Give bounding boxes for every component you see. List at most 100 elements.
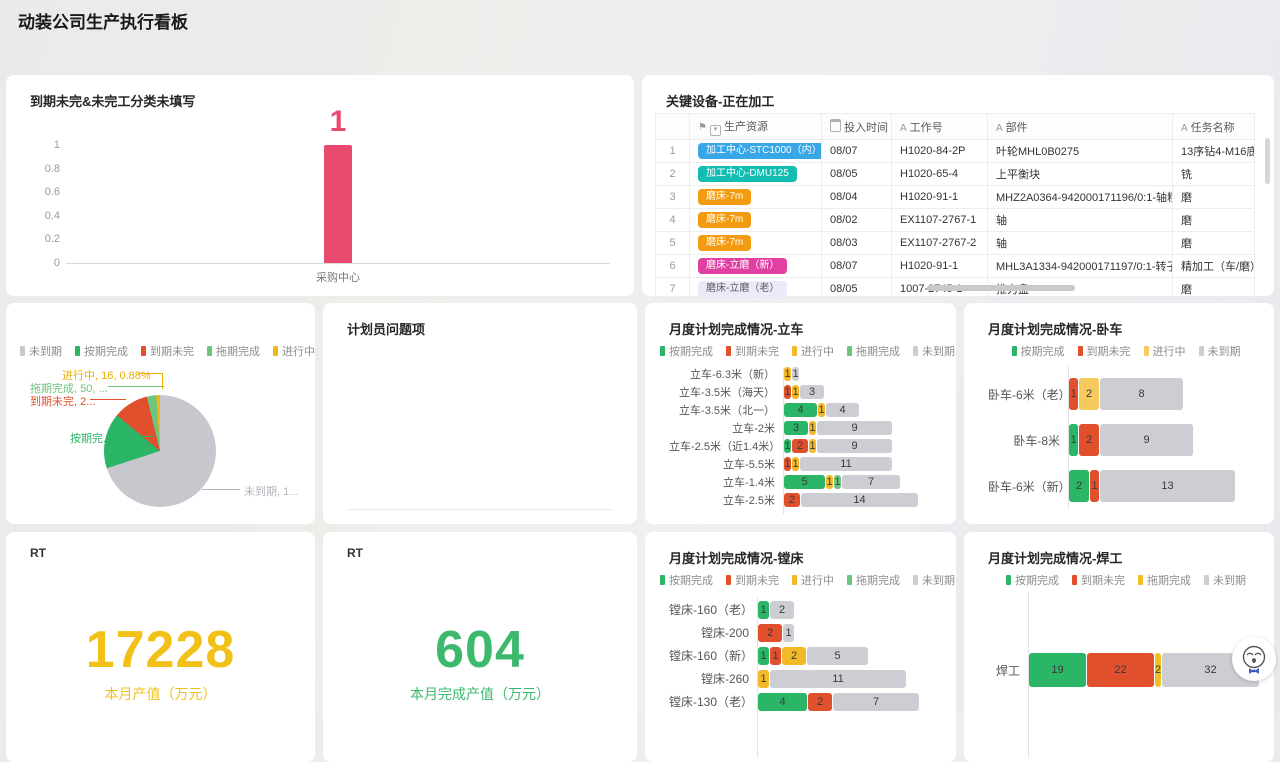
mascot-face-icon xyxy=(1237,642,1271,676)
flag-icon: ⚑ xyxy=(698,122,707,133)
task-cell: 磨 xyxy=(1173,278,1255,301)
work-no-cell: H1020-65-4 xyxy=(892,163,988,186)
resource-tag: 磨床-立磨（新） xyxy=(698,258,787,274)
date-cell: 08/05 xyxy=(822,278,892,301)
stat-value: 604 xyxy=(323,620,637,680)
bar-segment: 1 xyxy=(784,439,791,453)
legend-marker-icon xyxy=(913,575,918,585)
legend-item[interactable]: 按期完成 xyxy=(660,343,713,359)
legend-item[interactable]: 到期未完 xyxy=(1078,343,1131,359)
bar-segment: 2 xyxy=(782,647,806,665)
legend-item[interactable]: 未到期 xyxy=(1204,572,1246,588)
legend-label: 未到期 xyxy=(1213,575,1246,587)
column-header-label: 生产资源 xyxy=(724,121,768,133)
panel-rt-month-output: RT 17228 本月产值（万元） xyxy=(6,532,315,762)
calendar-icon xyxy=(830,119,841,132)
bar-segment: 1 xyxy=(770,647,781,665)
bar-segment: 9 xyxy=(817,439,892,453)
legend-label: 按期完成 xyxy=(1021,346,1065,358)
legend-item[interactable]: 拖期完成 xyxy=(847,343,900,359)
legend-item[interactable]: 未到期 xyxy=(20,343,62,359)
row-number: 6 xyxy=(656,255,690,278)
bar-segments: 12 xyxy=(757,601,795,619)
legend-item[interactable]: 按期完成 xyxy=(1006,572,1059,588)
category-label: 卧车-8米 xyxy=(988,432,1068,449)
panel-status-pie: 未到期按期完成到期未完拖期完成进行中未到期, 1...按期完...到期未完, 2… xyxy=(6,303,315,524)
legend-item[interactable]: 拖期完成 xyxy=(207,343,260,359)
work-no-cell: H1020-91-1 xyxy=(892,255,988,278)
legend-item[interactable]: 进行中 xyxy=(273,343,315,359)
work-no-cell: H1020-84-2P xyxy=(892,140,988,163)
bar-row: 卧车-6米（新）2113 xyxy=(988,463,1264,509)
legend-item[interactable]: 未到期 xyxy=(913,343,955,359)
part-cell: 轴 xyxy=(988,232,1173,255)
chart-legend: 未到期按期完成到期未完拖期完成进行中 xyxy=(30,343,305,359)
legend-marker-icon xyxy=(660,575,665,585)
legend-label: 进行中 xyxy=(801,575,834,587)
legend-item[interactable]: 按期完成 xyxy=(1012,343,1065,359)
legend-item[interactable]: 按期完成 xyxy=(75,343,128,359)
pie-callout-line xyxy=(108,386,164,387)
legend-label: 拖期完成 xyxy=(856,575,900,587)
table-row[interactable]: 5磨床-7m08/03EX1107-2767-2轴磨 xyxy=(656,232,1255,255)
legend-item[interactable]: 进行中 xyxy=(792,343,834,359)
assistant-mascot-button[interactable] xyxy=(1232,637,1276,681)
legend-item[interactable]: 进行中 xyxy=(1144,343,1186,359)
bar-segments: 129 xyxy=(1068,424,1194,456)
bar-segment: 1 xyxy=(1069,378,1078,410)
resource-tag: 磨床-7m xyxy=(698,212,751,228)
bar-segments: 1219 xyxy=(783,439,893,453)
part-cell: MHL3A1334-942000171197/0:1-转子下... xyxy=(988,255,1173,278)
bar-segments: 2113 xyxy=(1068,470,1236,502)
pie-callout-line xyxy=(112,436,154,437)
panel-title: 月度计划完成情况-卧车 xyxy=(988,319,1274,338)
bar-row: 镗床-160（老）12 xyxy=(669,598,946,621)
bar-row: 镗床-130（老）427 xyxy=(669,690,946,713)
legend-item[interactable]: 拖期完成 xyxy=(1138,572,1191,588)
resource-tag: 加工中心-DMU125 xyxy=(698,166,797,182)
legend-item[interactable]: 到期未完 xyxy=(726,572,779,588)
table-row[interactable]: 6磨床-立磨（新）08/07H1020-91-1MHL3A1334-942000… xyxy=(656,255,1255,278)
panel-monthly-plan-boring-machine: 月度计划完成情况-镗床 按期完成到期未完进行中拖期完成未到期镗床-160（老）1… xyxy=(645,532,956,762)
bar-segments: 214 xyxy=(783,493,919,507)
bar-segment: 1 xyxy=(792,367,799,381)
legend-item[interactable]: 按期完成 xyxy=(660,572,713,588)
table-row[interactable]: 4磨床-7m08/02EX1107-2767-1轴磨 xyxy=(656,209,1255,232)
bar-segment: 5 xyxy=(784,475,825,489)
legend-item[interactable]: 到期未完 xyxy=(1072,572,1125,588)
row-number: 4 xyxy=(656,209,690,232)
pie-callout-line xyxy=(138,373,162,374)
bar-segment: 1 xyxy=(784,385,791,399)
panel-monthly-plan-welder: 月度计划完成情况-焊工 按期完成到期未完拖期完成未到期焊工1922232 xyxy=(964,532,1274,762)
category-label: 立车-2.5米 xyxy=(669,492,783,508)
bar-value-label: 1 xyxy=(330,105,347,139)
pie-callout-line xyxy=(90,399,126,400)
category-label: 立车-2米 xyxy=(669,420,783,436)
bar-segments: 128 xyxy=(1068,378,1184,410)
column-header: 投入时间 xyxy=(822,114,892,140)
task-cell: 磨 xyxy=(1173,209,1255,232)
legend-item[interactable]: 到期未完 xyxy=(141,343,194,359)
panel-title: 计划员问题项 xyxy=(347,319,637,338)
legend-label: 到期未完 xyxy=(1081,575,1125,587)
category-label: 镗床-260 xyxy=(669,670,757,687)
bar-segment: 5 xyxy=(807,647,868,665)
legend-marker-icon xyxy=(792,346,797,356)
table-row[interactable]: 2加工中心-DMU12508/05H1020-65-4上平衡块铣 xyxy=(656,163,1255,186)
select-icon: ▾ xyxy=(710,125,721,136)
table-row[interactable]: 3磨床-7m08/04H1020-91-1MHZ2A0364-942000171… xyxy=(656,186,1255,209)
horizontal-scrollbar[interactable] xyxy=(927,285,1075,291)
bar-segments: 11 xyxy=(783,367,800,381)
legend-item[interactable]: 拖期完成 xyxy=(847,572,900,588)
legend-item[interactable]: 进行中 xyxy=(792,572,834,588)
legend-item[interactable]: 未到期 xyxy=(913,572,955,588)
bar-row: 焊工1922232 xyxy=(988,640,1264,700)
bar-segment: 11 xyxy=(770,670,906,688)
legend-item[interactable]: 未到期 xyxy=(1199,343,1241,359)
vertical-scrollbar[interactable] xyxy=(1265,138,1270,184)
legend-item[interactable]: 到期未完 xyxy=(726,343,779,359)
table-row[interactable]: 1加工中心-STC1000（内）08/07H1020-84-2P叶轮MHL0B0… xyxy=(656,140,1255,163)
bar-segment: 1 xyxy=(792,457,799,471)
resource-tag: 加工中心-STC1000（内） xyxy=(698,143,822,159)
bar-segments: 1111 xyxy=(783,457,893,471)
